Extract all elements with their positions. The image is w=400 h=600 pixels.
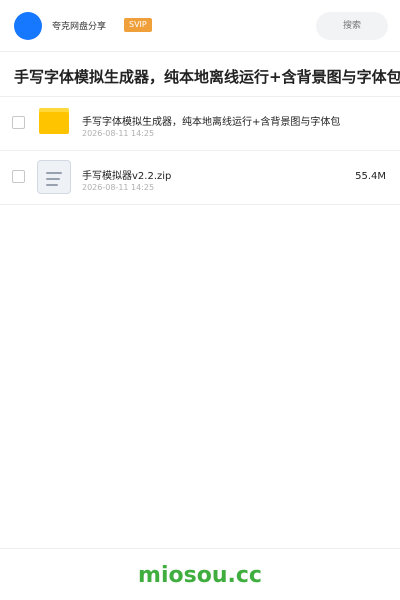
checkbox[interactable] (12, 116, 25, 129)
checkbox[interactable] (12, 170, 25, 183)
watermark: miosou.cc (138, 563, 262, 588)
file-row-zip[interactable]: 手写模拟器v2.2.zip 2026-08-11 14:25 55.4M (0, 151, 400, 205)
header-bar: 夸克网盘分享 SVIP (0, 0, 400, 52)
file-name[interactable]: 手写模拟器v2.2.zip (82, 167, 171, 182)
file-name[interactable]: 手写字体模拟生成器，纯本地离线运行+含背景图与字体包 (82, 113, 340, 128)
svip-badge: SVIP (124, 18, 152, 32)
file-row-folder[interactable]: 手写字体模拟生成器，纯本地离线运行+含背景图与字体包 2026-08-11 14… (0, 97, 400, 151)
folder-icon (39, 108, 69, 134)
document-icon (37, 160, 71, 194)
username[interactable]: 夸克网盘分享 (52, 19, 106, 32)
file-date: 2026-08-11 14:25 (82, 129, 155, 138)
search-input[interactable] (316, 12, 388, 40)
avatar[interactable] (14, 12, 42, 40)
file-size: 55.4M (355, 171, 386, 182)
footer: miosou.cc (0, 548, 400, 600)
share-page: 夸克网盘分享 SVIP 手写字体模拟生成器，纯本地离线运行+含背景图与字体包 手… (0, 0, 400, 600)
file-date: 2026-08-11 14:25 (82, 183, 155, 192)
share-title: 手写字体模拟生成器，纯本地离线运行+含背景图与字体包 (14, 68, 400, 86)
